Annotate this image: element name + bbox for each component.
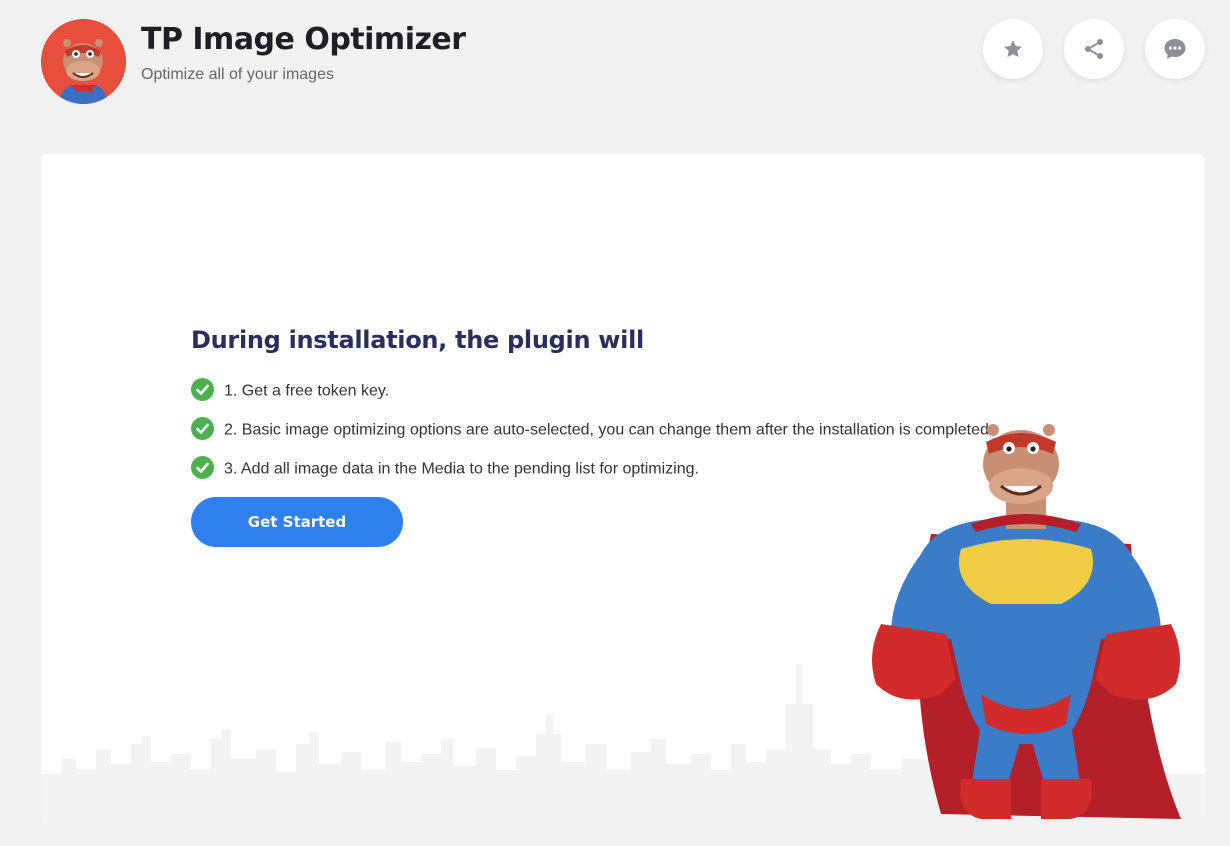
app-title: TP Image Optimizer — [141, 22, 466, 57]
check-circle-icon — [191, 417, 214, 440]
share-icon — [1082, 37, 1106, 61]
app-logo — [41, 19, 126, 104]
header: TP Image Optimizer Optimize all of your … — [0, 0, 1230, 130]
star-icon — [1002, 38, 1024, 60]
install-heading: During installation, the plugin will — [191, 326, 644, 354]
check-circle-icon — [191, 456, 214, 479]
main-card: During installation, the plugin will 1. … — [41, 154, 1205, 824]
get-started-button[interactable]: Get Started — [191, 497, 403, 547]
hippo-superhero-mascot — [872, 424, 1181, 819]
rate-button[interactable] — [983, 19, 1043, 79]
list-item: 1. Get a free token key. — [191, 378, 1011, 403]
support-chat-button[interactable] — [1145, 19, 1205, 79]
check-circle-icon — [191, 378, 214, 401]
chat-icon — [1162, 36, 1188, 62]
step-text: 1. Get a free token key. — [224, 382, 390, 400]
share-button[interactable] — [1064, 19, 1124, 79]
step-text: 3. Add all image data in the Media to th… — [224, 460, 699, 478]
app-subtitle: Optimize all of your images — [141, 66, 334, 83]
